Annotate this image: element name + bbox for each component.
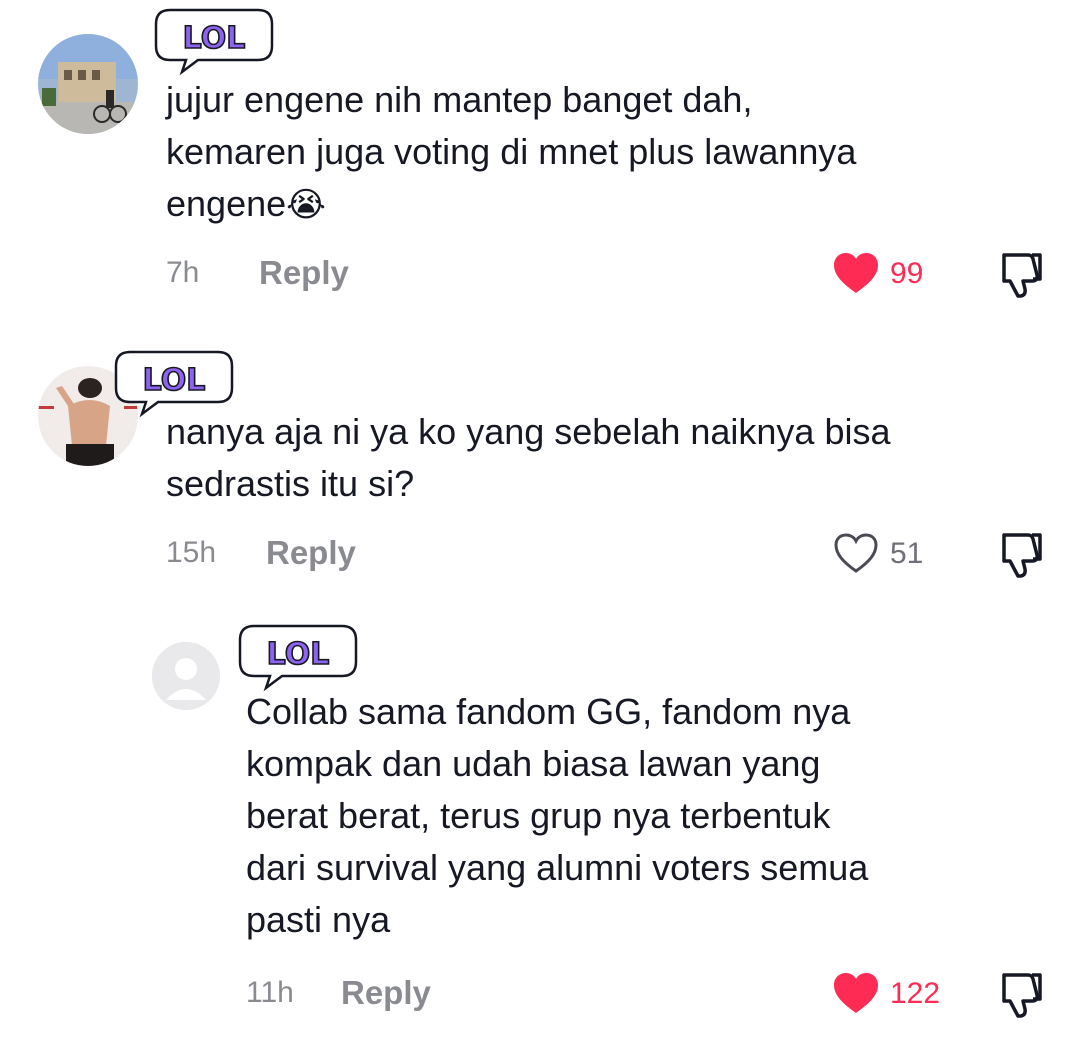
default-avatar-icon	[152, 642, 220, 710]
lol-sticker: LOL	[154, 8, 274, 76]
sticker-label: LOL	[267, 637, 330, 672]
reply-button[interactable]: Reply	[259, 254, 349, 292]
comment-text: nanya aja ni ya ko yang sebelah naiknya …	[166, 411, 891, 504]
comment-text: Collab sama fandom GG, fandom nya kompak…	[246, 691, 869, 940]
dislike-icon[interactable]	[996, 249, 1044, 299]
avatar[interactable]	[38, 34, 138, 134]
heart-icon[interactable]	[832, 251, 880, 295]
dislike-icon[interactable]	[996, 529, 1044, 579]
dislike-icon[interactable]	[996, 969, 1044, 1019]
sticker-label: LOL	[143, 363, 206, 398]
reply-button[interactable]: Reply	[341, 974, 431, 1012]
comment-time: 7h	[166, 256, 200, 289]
comment-text: jujur engene nih mantep banget dah, kema…	[166, 79, 857, 225]
comment-time: 11h	[246, 976, 294, 1009]
comment-time: 15h	[166, 536, 217, 569]
avatar[interactable]	[152, 642, 220, 710]
heart-outline-icon[interactable]	[832, 531, 880, 575]
sticker-label: LOL	[183, 21, 246, 56]
like-count: 51	[890, 537, 924, 570]
lol-sticker: LOL	[238, 624, 358, 692]
heart-icon[interactable]	[832, 971, 880, 1015]
crying-emoji: 😭	[286, 185, 326, 225]
reply-button[interactable]: Reply	[266, 534, 356, 572]
avatar-street-image	[38, 34, 138, 134]
like-count: 99	[890, 257, 924, 290]
like-count: 122	[890, 977, 941, 1010]
